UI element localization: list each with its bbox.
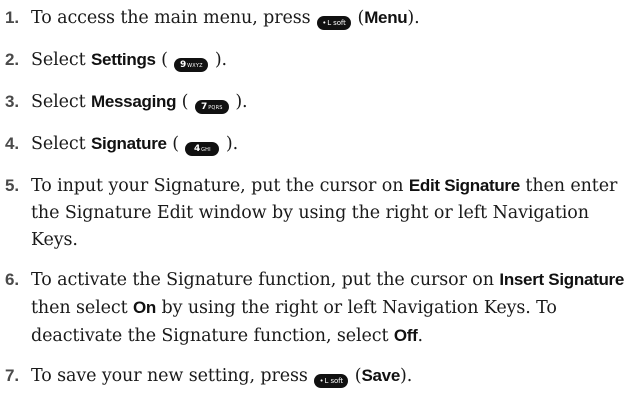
left-softkey-icon: •L soft xyxy=(316,16,351,30)
paren-open: ( xyxy=(172,134,179,154)
step-7: 7. To save your new setting, press •L so… xyxy=(5,362,635,390)
step-5: 5. To input your Signature, put the curs… xyxy=(5,172,635,254)
step-number: 2. xyxy=(5,50,19,69)
paren-close: ). xyxy=(225,134,239,154)
period: . xyxy=(417,326,424,346)
paren-close: ). xyxy=(400,366,413,386)
step-2: 2. Select Settings ( 9WXYZ ). xyxy=(5,46,635,74)
edit-signature-label: Edit Signature xyxy=(408,176,520,195)
step-number: 5. xyxy=(5,176,19,195)
key-letters: PQRS xyxy=(208,105,223,111)
key-digit: 9 xyxy=(179,60,187,70)
keypad-key-icon: 4GHI xyxy=(185,142,220,156)
step-number: 3. xyxy=(5,92,19,111)
step-text-cont: then select xyxy=(31,298,128,318)
key-letters: GHI xyxy=(201,147,211,153)
paren-close: ). xyxy=(235,92,248,112)
step-text: To access the main menu, press xyxy=(31,8,311,28)
step-1: 1. To access the main menu, press •L sof… xyxy=(5,4,635,32)
save-label: Save xyxy=(361,366,400,385)
step-number: 7. xyxy=(5,366,19,385)
off-label: Off xyxy=(393,326,418,345)
key-digit: 4 xyxy=(193,144,201,154)
paren-close: ). xyxy=(214,50,228,70)
key-letters: WXYZ xyxy=(187,63,203,69)
settings-label: Settings xyxy=(91,50,156,69)
keypad-key-icon: 9WXYZ xyxy=(174,58,209,72)
instruction-steps: 1. To access the main menu, press •L sof… xyxy=(5,4,635,403)
step-number: 4. xyxy=(5,134,19,153)
menu-label: Menu xyxy=(364,8,408,27)
paren-open: ( xyxy=(181,92,189,112)
step-text: Select xyxy=(31,50,86,70)
key-digit: 7 xyxy=(201,102,208,112)
step-text: Select xyxy=(31,92,86,112)
step-4: 4. Select Signature ( 4GHI ). xyxy=(5,130,635,158)
step-number: 6. xyxy=(5,270,19,289)
step-6: 6. To activate the Signature function, p… xyxy=(5,266,635,350)
paren-close: ). xyxy=(407,8,420,28)
key-label: L soft xyxy=(327,19,346,27)
step-3: 3. Select Messaging ( 7PQRS ). xyxy=(5,88,635,116)
step-text: To activate the Signature function, put … xyxy=(31,270,494,290)
step-text: To save your new setting, press xyxy=(31,366,308,386)
insert-signature-label: Insert Signature xyxy=(499,270,625,289)
messaging-label: Messaging xyxy=(91,92,177,111)
paren-open: ( xyxy=(161,50,168,70)
step-text: To input your Signature, put the cursor … xyxy=(31,176,404,196)
left-softkey-icon: •L soft xyxy=(314,374,349,388)
key-label: L soft xyxy=(324,377,344,385)
on-label: On xyxy=(133,298,157,317)
step-number: 1. xyxy=(5,8,19,27)
keypad-key-icon: 7PQRS xyxy=(194,100,229,114)
step-text: Select xyxy=(31,134,86,154)
signature-label: Signature xyxy=(91,134,167,153)
